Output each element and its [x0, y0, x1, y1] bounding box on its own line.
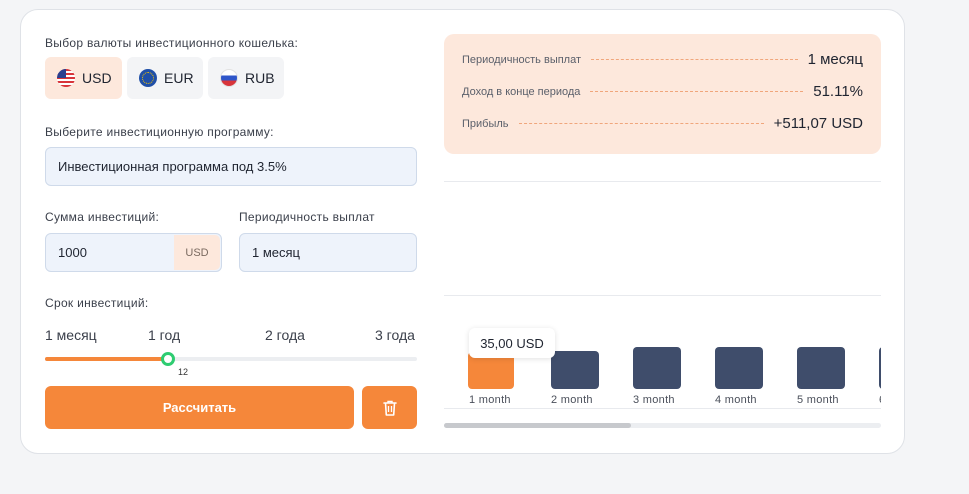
- chart-bar-5[interactable]: [797, 347, 845, 389]
- amount-unit-badge: USD: [174, 235, 220, 270]
- chart-bar-4[interactable]: [715, 347, 763, 389]
- program-label: Выберите инвестиционную программу:: [45, 125, 274, 139]
- summary-row-income: Доход в конце периода 51.11%: [462, 83, 863, 100]
- chart-category-label: 1 month: [469, 394, 511, 406]
- amount-label: Сумма инвестиций:: [45, 210, 160, 224]
- chart-tooltip: 35,00 USD: [469, 328, 555, 358]
- payout-chart: 1 month 2 month 3 month 4 month 5 month 6 35,0…: [444, 310, 881, 406]
- amount-input[interactable]: 1000 USD: [45, 233, 222, 272]
- currency-eur-button[interactable]: EUR: [127, 57, 203, 99]
- summary-frequency-value: 1 месяц: [807, 51, 863, 68]
- summary-panel: Периодичность выплат 1 месяц Доход в кон…: [444, 34, 881, 154]
- summary-row-frequency: Периодичность выплат 1 месяц: [462, 51, 863, 68]
- chart-category-label: 3 month: [633, 394, 675, 406]
- trash-icon: [382, 400, 397, 416]
- currency-usd-label: USD: [82, 70, 112, 86]
- us-flag-icon: [57, 69, 75, 87]
- chart-bar-2[interactable]: [551, 351, 599, 389]
- chart-scrollbar-thumb[interactable]: [444, 423, 631, 428]
- frequency-select[interactable]: 1 месяц: [239, 233, 417, 272]
- divider-line: [444, 408, 881, 409]
- term-tick-3-years: 3 года: [375, 327, 415, 343]
- term-slider-fill: [45, 357, 168, 361]
- summary-income-label: Доход в конце периода: [462, 85, 581, 98]
- term-label: Срок инвестиций:: [45, 296, 149, 310]
- currency-rub-button[interactable]: RUB: [208, 57, 284, 99]
- divider-line: [444, 181, 881, 182]
- summary-profit-value: +511,07 USD: [773, 115, 863, 132]
- chart-category-label: 2 month: [551, 394, 593, 406]
- summary-row-profit: Прибыль +511,07 USD: [462, 115, 863, 132]
- chart-bar-6[interactable]: [879, 347, 881, 389]
- currency-usd-button[interactable]: USD: [45, 57, 122, 99]
- chart-category-label: 5 month: [797, 394, 839, 406]
- amount-value: 1000: [58, 245, 87, 260]
- summary-income-value: 51.11%: [813, 83, 863, 100]
- term-tick-2-years: 2 года: [265, 327, 305, 343]
- currency-rub-label: RUB: [245, 70, 275, 86]
- program-select[interactable]: Инвестиционная программа под 3.5%: [45, 147, 417, 186]
- ru-flag-icon: [220, 69, 238, 87]
- term-slider-value: 12: [178, 367, 189, 377]
- chart-bar-3[interactable]: [633, 347, 681, 389]
- summary-dash-divider: [591, 59, 798, 60]
- term-slider-thumb[interactable]: [161, 352, 175, 366]
- calculate-button[interactable]: Рассчитать: [45, 386, 354, 429]
- wallet-currency-label: Выбор валюты инвестиционного кошелька:: [45, 36, 299, 50]
- calculator-card: Выбор валюты инвестиционного кошелька: U…: [20, 9, 905, 454]
- term-tick-1-year: 1 год: [148, 327, 181, 343]
- summary-frequency-label: Периодичность выплат: [462, 53, 582, 66]
- eu-flag-icon: [139, 69, 157, 87]
- summary-profit-label: Прибыль: [462, 117, 509, 130]
- summary-dash-divider: [518, 123, 764, 124]
- currency-eur-label: EUR: [164, 70, 194, 86]
- frequency-value: 1 месяц: [252, 245, 300, 260]
- delete-button[interactable]: [362, 386, 417, 429]
- program-value: Инвестиционная программа под 3.5%: [58, 159, 287, 174]
- term-tick-1-month: 1 месяц: [45, 327, 97, 343]
- calculate-button-label: Рассчитать: [162, 400, 237, 415]
- chart-category-label: 6: [879, 394, 881, 406]
- summary-dash-divider: [590, 91, 804, 92]
- frequency-label: Периодичность выплат: [239, 210, 375, 224]
- chart-category-label: 4 month: [715, 394, 757, 406]
- divider-line: [444, 295, 881, 296]
